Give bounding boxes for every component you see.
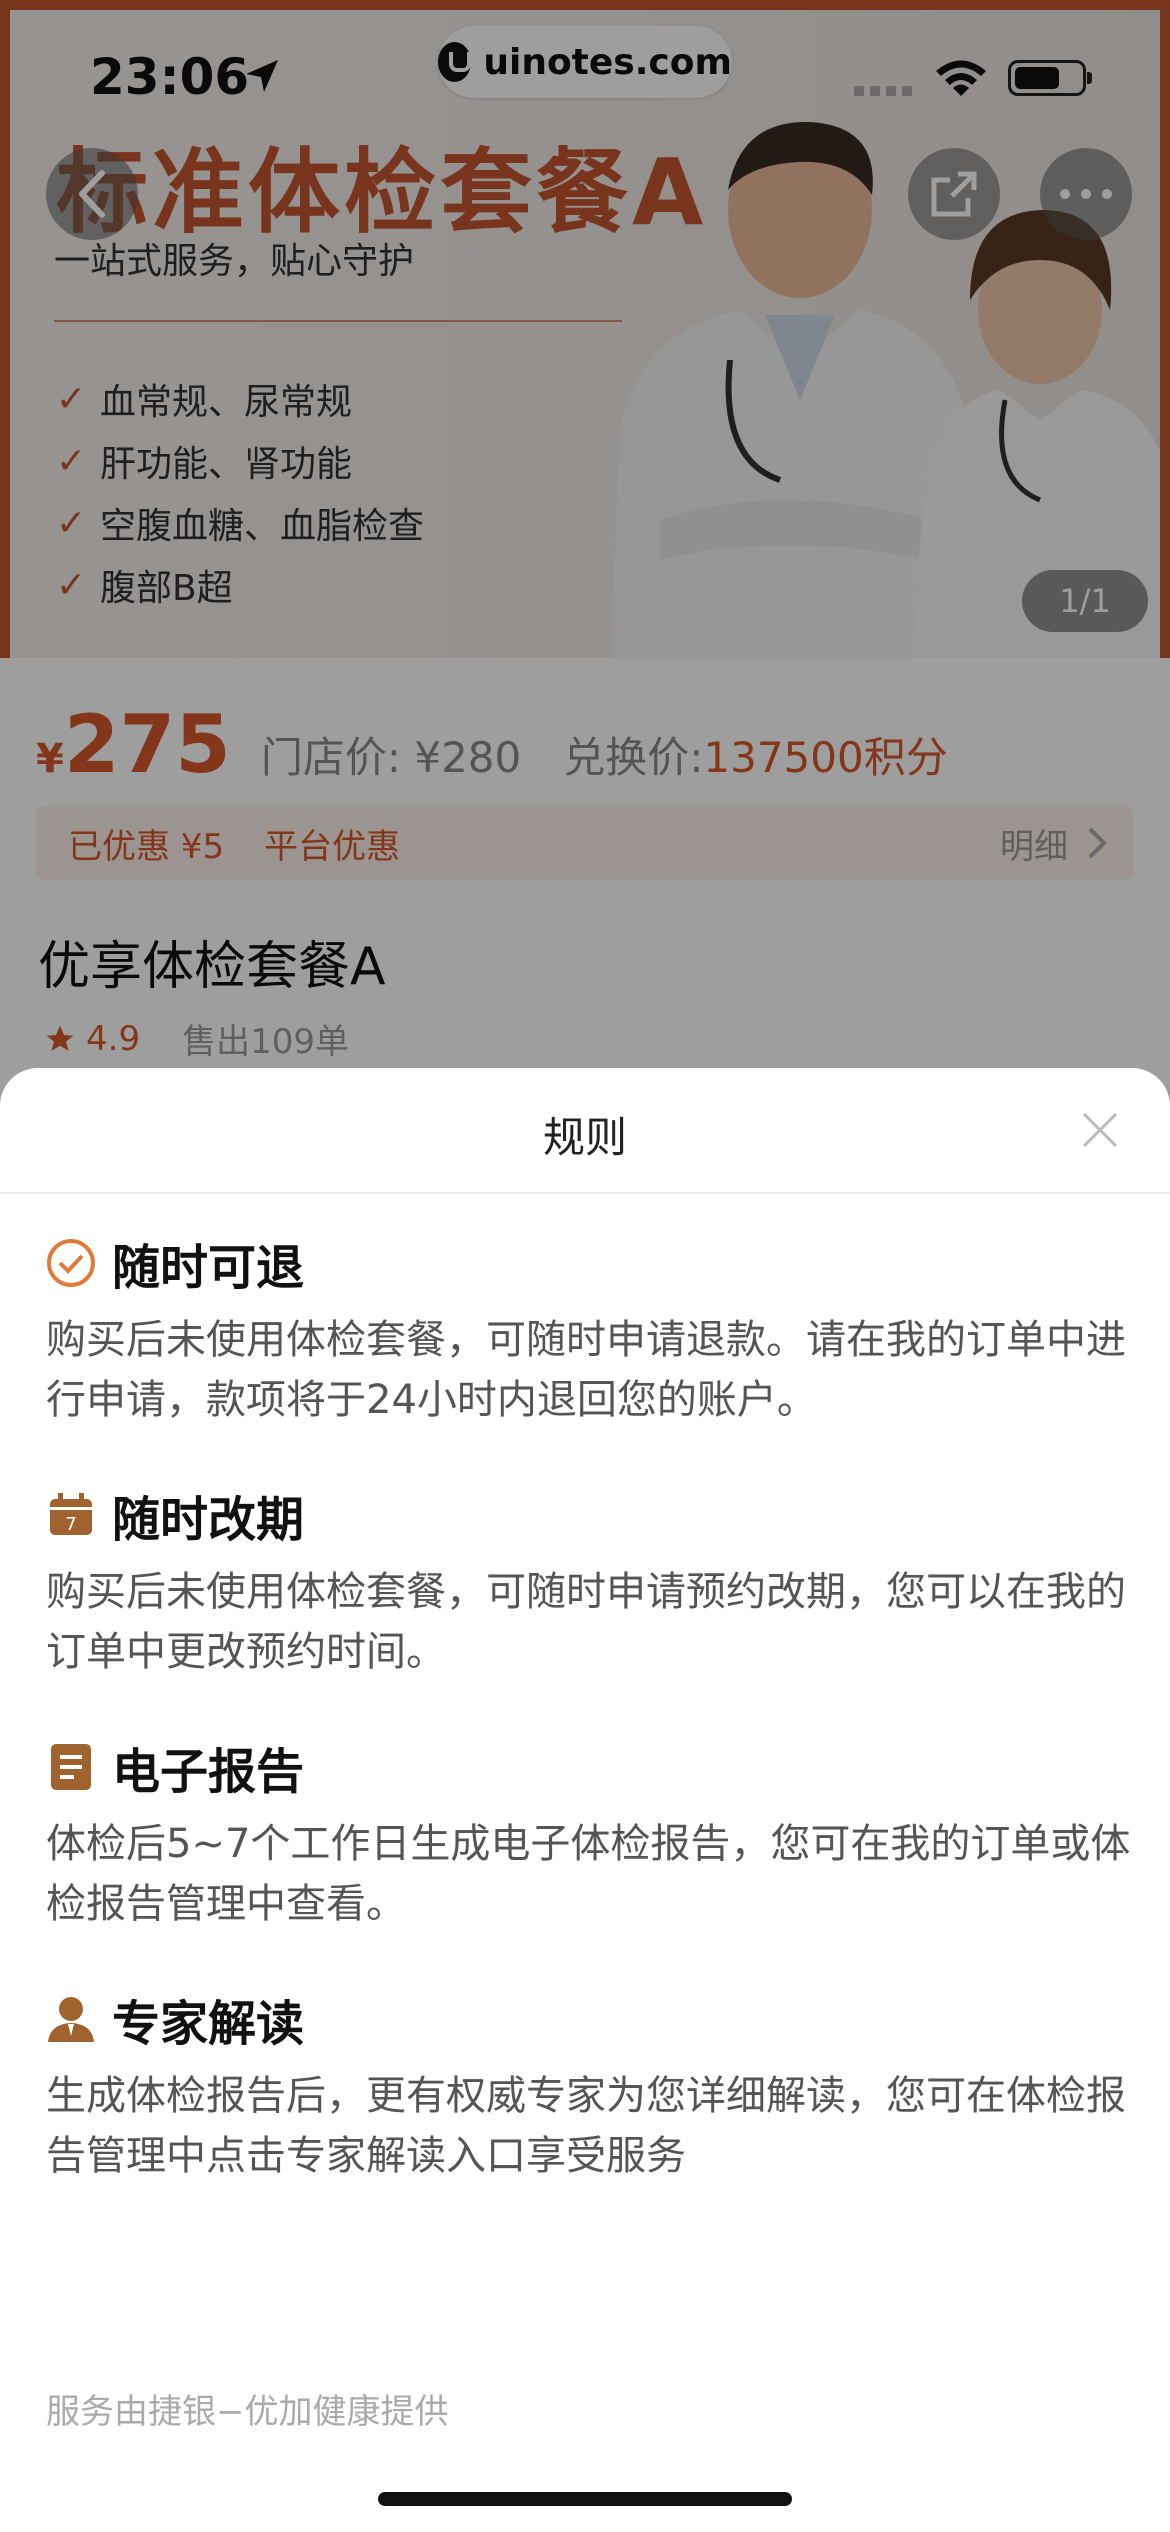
- expert-icon: [46, 1994, 96, 2044]
- rule-title: 随时改期: [112, 1492, 305, 1548]
- rule-title: 专家解读: [112, 1996, 305, 2052]
- rule-section: 随时可退 购买后未使用体检套餐，可随时申请退款。请在我的订单中进行申请，款项将于…: [46, 1228, 1136, 1430]
- sheet-divider: [0, 1192, 1170, 1194]
- rule-body: 体检后5~7个工作日生成电子体检报告，您可在我的订单或体检报告管理中查看。: [46, 1821, 1131, 1927]
- home-indicator: [378, 2492, 792, 2506]
- provider-note: 服务由捷银−优加健康提供: [46, 2392, 449, 2432]
- rule-body: 购买后未使用体检套餐，可随时申请预约改期，您可以在我的订单中更改预约时间。: [46, 1569, 1126, 1675]
- rule-title: 电子报告: [112, 1744, 305, 1800]
- rules-sheet: 规则 随时可退 购买后未使用体检套餐，可随时申请退款。请在我的订单中进行申请，款…: [0, 1068, 1170, 2532]
- calendar-icon: 7: [46, 1490, 96, 1540]
- close-button[interactable]: [1078, 1108, 1122, 1152]
- check-circle-icon: [46, 1238, 96, 1288]
- rule-title: 随时可退: [112, 1240, 305, 1296]
- sheet-title: 规则: [542, 1113, 627, 1162]
- rule-body: 购买后未使用体检套餐，可随时申请退款。请在我的订单中进行申请，款项将于24小时内…: [46, 1317, 1126, 1423]
- document-icon: [46, 1742, 96, 1792]
- rule-section: 7 随时改期 购买后未使用体检套餐，可随时申请预约改期，您可以在我的订单中更改预…: [46, 1480, 1136, 1682]
- svg-text:7: 7: [65, 1514, 76, 1535]
- rule-section: 电子报告 体检后5~7个工作日生成电子体检报告，您可在我的订单或体检报告管理中查…: [46, 1732, 1136, 1934]
- rule-section: 专家解读 生成体检报告后，更有权威专家为您详细解读，您可在体检报告管理中点击专家…: [46, 1984, 1136, 2186]
- rule-body: 生成体检报告后，更有权威专家为您详细解读，您可在体检报告管理中点击专家解读入口享…: [46, 2073, 1126, 2179]
